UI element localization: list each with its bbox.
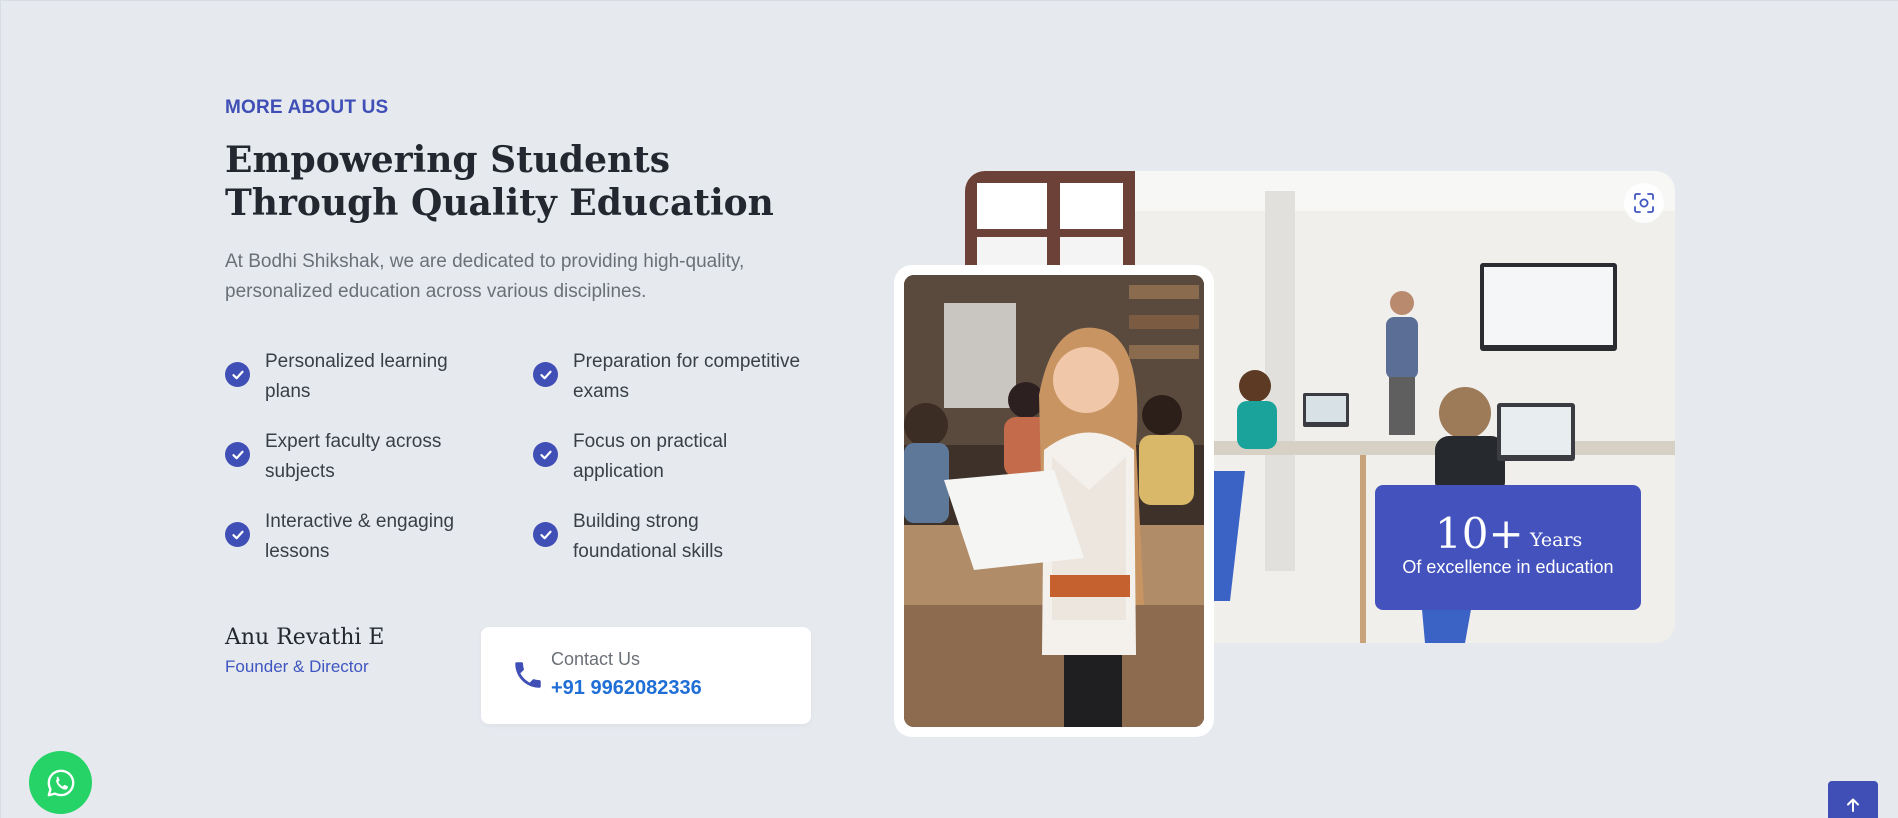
contact-phone-link[interactable]: +91 9962082336 [551, 677, 702, 700]
section-eyebrow: MORE ABOUT US [225, 97, 389, 118]
arrow-up-icon [1847, 798, 1859, 812]
years-unit: Years [1530, 529, 1583, 551]
whatsapp-button[interactable] [29, 751, 92, 814]
check-circle-icon [225, 442, 250, 467]
scroll-top-button[interactable] [1828, 781, 1878, 818]
zoom-icon [1634, 193, 1654, 213]
zoom-button[interactable] [1624, 183, 1664, 223]
section-description: At Bodhi Shikshak, we are dedicated to p… [225, 251, 745, 302]
check-circle-icon [533, 362, 558, 387]
feature-text: Personalized learning plans [265, 351, 448, 402]
student-image-frame [894, 265, 1214, 737]
check-circle-icon [533, 522, 558, 547]
feature-list: Personalized learning plans Preparation … [225, 347, 815, 567]
section-title: Empowering Students Through Quality Educ… [225, 139, 774, 224]
feature-text: Expert faculty across subjects [265, 431, 442, 482]
feature-item: Interactive & engaging lessons [225, 507, 533, 567]
feature-text: Building strong foundational skills [573, 511, 723, 562]
founder-role: Founder & Director [225, 657, 369, 676]
student-image [904, 275, 1204, 727]
feature-text: Focus on practical application [573, 431, 728, 482]
feature-item: Expert faculty across subjects [225, 427, 533, 487]
contact-card[interactable]: Contact Us +91 9962082336 [481, 627, 811, 724]
founder-name: Anu Revathi E [225, 625, 385, 650]
feature-item: Preparation for competitive exams [533, 347, 815, 407]
experience-badge: 10+ Years Of excellence in education [1375, 485, 1641, 610]
feature-text: Interactive & engaging lessons [265, 511, 455, 562]
feature-item: Focus on practical application [533, 427, 815, 487]
years-caption: Of excellence in education [1402, 557, 1614, 577]
check-circle-icon [225, 362, 250, 387]
feature-item: Building strong foundational skills [533, 507, 815, 567]
feature-text: Preparation for competitive exams [573, 351, 801, 402]
feature-item: Personalized learning plans [225, 347, 533, 407]
years-number: 10+ [1435, 509, 1524, 558]
whatsapp-icon [47, 769, 74, 796]
phone-icon [515, 662, 541, 688]
contact-label: Contact Us [551, 649, 641, 669]
check-circle-icon [225, 522, 250, 547]
check-circle-icon [533, 442, 558, 467]
